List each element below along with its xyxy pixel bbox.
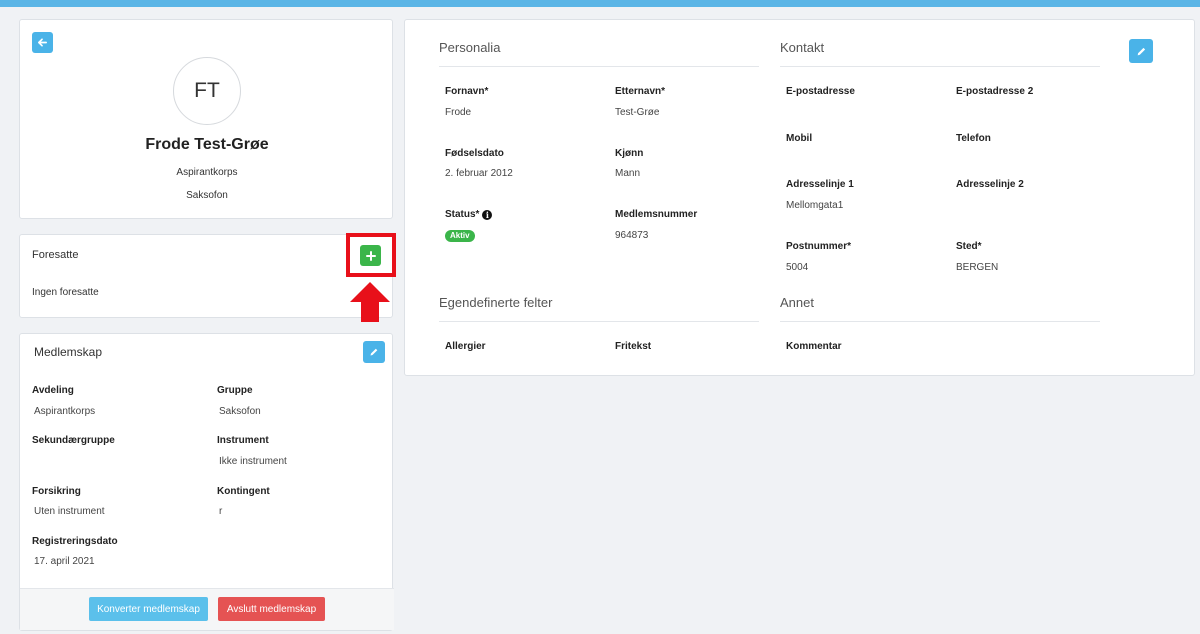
field-label-etternavn: Etternavn*	[615, 86, 666, 97]
field-value-kjonn: Mann	[615, 168, 641, 179]
field-value-medlemsnummer: 964873	[615, 230, 649, 241]
field-label-kommentar: Kommentar	[786, 341, 842, 352]
arrow-left-icon	[38, 38, 47, 47]
edit-membership-button[interactable]	[363, 341, 385, 363]
field-label-registreringsdato: Registreringsdato	[32, 536, 118, 547]
info-circle-icon[interactable]: i	[482, 210, 493, 220]
field-value-avdeling: Aspirantkorps	[34, 406, 96, 417]
field-label-allergier: Allergier	[445, 341, 486, 352]
contact-title: Kontakt	[780, 40, 825, 55]
field-label-sekundaergruppe: Sekundærgruppe	[32, 435, 115, 446]
field-label-gruppe: Gruppe	[217, 385, 253, 396]
personalia-divider	[439, 66, 759, 67]
field-value-gruppe: Saksofon	[219, 406, 261, 417]
field-label-kjonn: Kjønn	[615, 148, 644, 159]
field-label-forsikring: Forsikring	[32, 486, 81, 497]
guardians-title: Foresatte	[32, 249, 79, 261]
field-label-epostadresse-2: E-postadresse 2	[956, 86, 1034, 97]
field-label-epostadresse: E-postadresse	[786, 86, 855, 97]
field-label-status: Status* i	[445, 209, 493, 220]
field-label-kontingent: Kontingent	[217, 486, 270, 497]
field-value-instrument: Ikke instrument	[219, 456, 287, 467]
avatar-initials: FT	[194, 79, 220, 102]
other-title: Annet	[780, 295, 814, 310]
member-name: Frode Test-Grøe	[145, 136, 269, 153]
end-membership-button[interactable]: Avslutt medlemskap	[218, 597, 325, 621]
membership-card: Medlemskap Avdeling Aspirantkorps Gruppe…	[19, 333, 394, 631]
personalia-title: Personalia	[439, 40, 501, 55]
guardians-card: Foresatte Ingen foresatte	[19, 234, 393, 318]
field-value-registreringsdato: 17. april 2021	[34, 556, 95, 567]
top-bar	[0, 0, 1200, 7]
guardians-empty-text: Ingen foresatte	[32, 287, 99, 298]
convert-membership-button[interactable]: Konverter medlemskap	[89, 597, 208, 621]
field-label-mobil: Mobil	[786, 133, 813, 144]
field-value-postnummer: 5004	[786, 262, 809, 273]
profile-instrument: Saksofon	[186, 190, 228, 201]
membership-title: Medlemskap	[34, 345, 103, 359]
other-divider	[780, 321, 1100, 322]
status-label-text: Status*	[445, 209, 480, 220]
field-label-instrument: Instrument	[217, 435, 269, 446]
field-value-kontingent: r	[219, 506, 223, 517]
red-up-arrow-icon	[350, 282, 390, 322]
profile-card: FT Frode Test-Grøe Aspirantkorps Saksofo…	[19, 19, 393, 219]
field-value-sted: BERGEN	[956, 262, 999, 273]
pencil-icon	[1137, 47, 1145, 55]
membership-footer: Konverter medlemskap Avslutt medlemskap	[20, 588, 394, 630]
pencil-icon	[370, 348, 378, 356]
field-value-fornavn: Frode	[445, 107, 472, 118]
field-label-postnummer: Postnummer*	[786, 241, 852, 252]
field-label-sted: Sted*	[956, 241, 982, 252]
edit-details-button[interactable]	[1129, 39, 1153, 63]
field-label-fodselsdato: Fødselsdato	[445, 148, 504, 159]
contact-divider	[780, 66, 1100, 67]
field-value-adresselinje-1: Mellomgata1	[786, 200, 844, 211]
custom-fields-title: Egendefinerte felter	[439, 295, 553, 310]
status-badge: Aktiv	[445, 230, 475, 242]
field-label-adresselinje-1: Adresselinje 1	[786, 179, 854, 190]
profile-department: Aspirantkorps	[176, 167, 238, 178]
avatar: FT	[173, 57, 241, 125]
back-button[interactable]	[32, 32, 53, 53]
field-label-fornavn: Fornavn*	[445, 86, 489, 97]
field-label-avdeling: Avdeling	[32, 385, 74, 396]
field-value-fodselsdato: 2. februar 2012	[445, 168, 513, 179]
field-value-etternavn: Test-Grøe	[615, 107, 660, 118]
highlight-box	[346, 233, 396, 277]
field-label-adresselinje-2: Adresselinje 2	[956, 179, 1024, 190]
custom-fields-divider	[439, 321, 759, 322]
field-label-medlemsnummer: Medlemsnummer	[615, 209, 698, 220]
details-card: Personalia Fornavn* Frode Etternavn* Tes…	[404, 19, 1195, 376]
field-value-forsikring: Uten instrument	[34, 506, 105, 517]
field-label-telefon: Telefon	[956, 133, 991, 144]
field-label-fritekst: Fritekst	[615, 341, 652, 352]
